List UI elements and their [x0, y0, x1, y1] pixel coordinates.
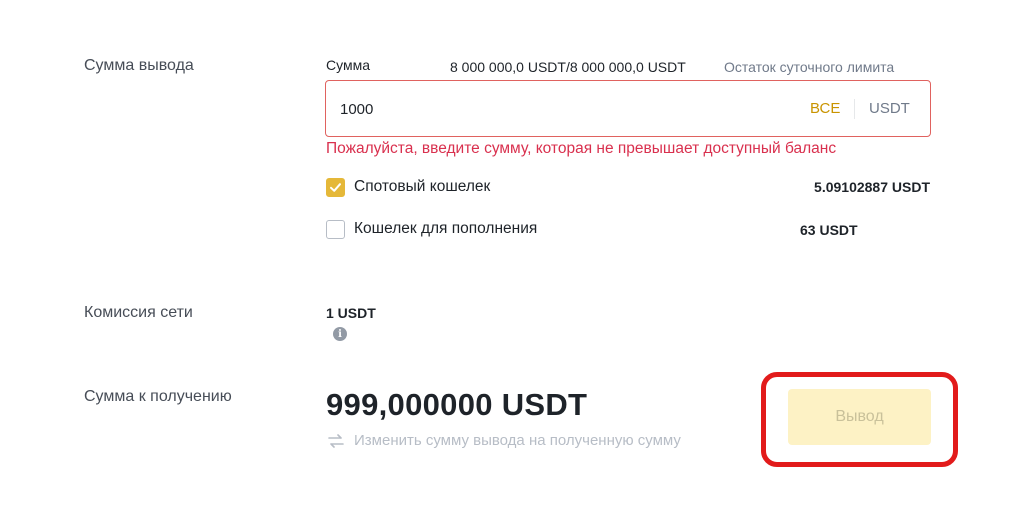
- withdraw-button[interactable]: Вывод: [788, 389, 931, 445]
- checkmark-icon: [330, 183, 341, 192]
- input-divider: [854, 99, 855, 119]
- switch-amount-link[interactable]: Изменить сумму вывода на полученную сумм…: [354, 432, 681, 449]
- info-icon[interactable]: i: [333, 327, 347, 341]
- amount-input-container: ВСЕ USDT: [325, 80, 931, 137]
- spot-wallet-balance: 5.09102887 USDT: [814, 179, 930, 195]
- amount-field-label: Сумма: [326, 57, 370, 73]
- amount-input[interactable]: [340, 98, 740, 120]
- currency-unit-label: USDT: [869, 100, 910, 117]
- network-fee-label: Комиссия сети: [84, 304, 193, 321]
- daily-limit-label: Остаток суточного лимита: [724, 59, 895, 75]
- funding-wallet-label: Кошелек для пополнения: [354, 220, 538, 237]
- withdraw-amount-section-label: Сумма вывода: [84, 57, 194, 74]
- spot-wallet-label: Спотовый кошелек: [354, 178, 491, 195]
- swap-arrows-icon[interactable]: [328, 434, 344, 448]
- amount-error-message: Пожалуйста, введите сумму, которая не пр…: [326, 140, 837, 157]
- all-amount-button[interactable]: ВСЕ: [810, 100, 840, 117]
- receive-amount-label: Сумма к получению: [84, 388, 232, 405]
- spot-wallet-checkbox[interactable]: [326, 178, 345, 197]
- network-fee-value: 1 USDT: [326, 305, 376, 321]
- receive-amount-value: 999,000000 USDT: [326, 387, 588, 422]
- funding-wallet-checkbox[interactable]: [326, 220, 345, 239]
- funding-wallet-balance: 63 USDT: [800, 222, 858, 238]
- daily-limit-value: 8 000 000,0 USDT/8 000 000,0 USDT: [450, 59, 686, 75]
